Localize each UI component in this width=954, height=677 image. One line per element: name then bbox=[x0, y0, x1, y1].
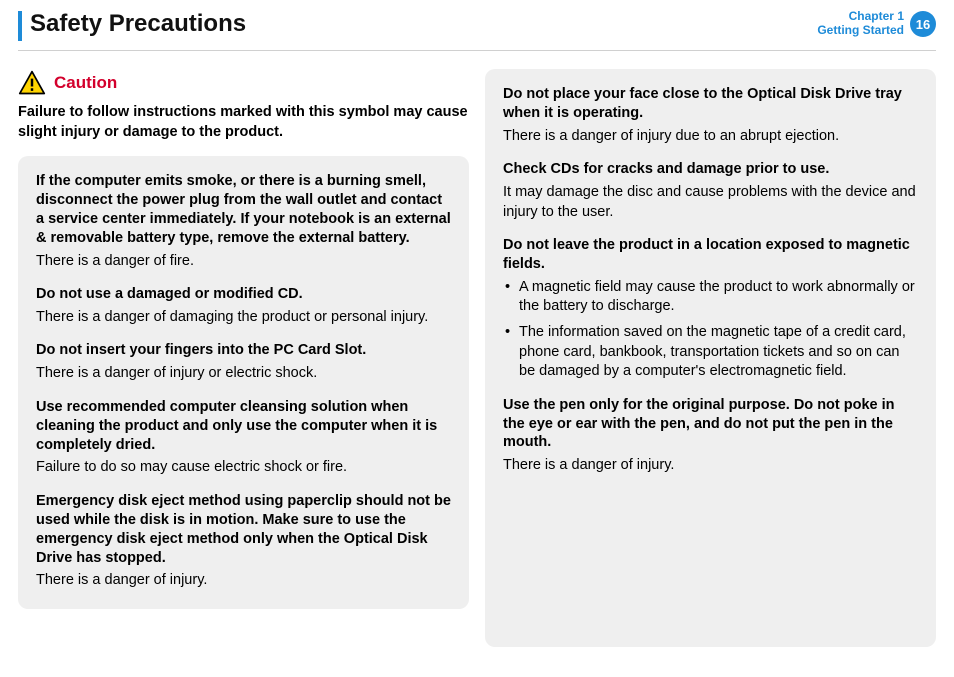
precaution-body: There is a danger of injury or electric … bbox=[36, 364, 451, 384]
precaution-heading: If the computer emits smoke, or there is… bbox=[36, 172, 451, 247]
left-panel: If the computer emits smoke, or there is… bbox=[18, 156, 469, 609]
precaution-body: There is a danger of injury due to an ab… bbox=[503, 127, 918, 147]
precaution-item: Do not place your face close to the Opti… bbox=[503, 85, 918, 146]
caution-heading: Caution bbox=[18, 69, 469, 97]
left-column: Caution Failure to follow instructions m… bbox=[18, 69, 469, 647]
accent-bar bbox=[18, 11, 22, 41]
precaution-body: It may damage the disc and cause problem… bbox=[503, 183, 918, 222]
precaution-heading: Do not insert your fingers into the PC C… bbox=[36, 341, 451, 360]
precaution-heading: Use recommended computer cleansing solut… bbox=[36, 398, 451, 455]
caution-label: Caution bbox=[54, 73, 117, 93]
caution-lead: Failure to follow instructions marked wi… bbox=[18, 103, 469, 142]
chapter-line2: Getting Started bbox=[817, 24, 904, 38]
precaution-item: If the computer emits smoke, or there is… bbox=[36, 172, 451, 271]
precaution-body: There is a danger of injury. bbox=[36, 571, 451, 591]
precaution-item: Use the pen only for the original purpos… bbox=[503, 396, 918, 476]
bullet-item: A magnetic field may cause the product t… bbox=[503, 278, 918, 317]
precaution-bullets: A magnetic field may cause the product t… bbox=[503, 278, 918, 382]
page-header: Safety Precautions Chapter 1 Getting Sta… bbox=[18, 0, 936, 48]
precaution-item: Do not use a damaged or modified CD. The… bbox=[36, 285, 451, 327]
precaution-heading: Do not use a damaged or modified CD. bbox=[36, 285, 451, 304]
right-column: Do not place your face close to the Opti… bbox=[485, 69, 936, 647]
precaution-heading: Do not leave the product in a location e… bbox=[503, 236, 918, 274]
precaution-heading: Use the pen only for the original purpos… bbox=[503, 396, 918, 453]
page: Safety Precautions Chapter 1 Getting Sta… bbox=[0, 0, 954, 677]
precaution-heading: Check CDs for cracks and damage prior to… bbox=[503, 160, 918, 179]
precaution-item: Use recommended computer cleansing solut… bbox=[36, 398, 451, 478]
chapter-block: Chapter 1 Getting Started bbox=[817, 10, 904, 38]
header-divider bbox=[18, 50, 936, 51]
page-title: Safety Precautions bbox=[30, 10, 817, 38]
chapter-line1: Chapter 1 bbox=[817, 10, 904, 24]
precaution-item: Emergency disk eject method using paperc… bbox=[36, 492, 451, 591]
precaution-heading: Do not place your face close to the Opti… bbox=[503, 85, 918, 123]
precaution-item: Do not insert your fingers into the PC C… bbox=[36, 341, 451, 383]
precaution-item: Do not leave the product in a location e… bbox=[503, 236, 918, 382]
precaution-item: Check CDs for cracks and damage prior to… bbox=[503, 160, 918, 222]
content-columns: Caution Failure to follow instructions m… bbox=[18, 69, 936, 647]
precaution-body: There is a danger of fire. bbox=[36, 252, 451, 272]
page-number-badge: 16 bbox=[910, 11, 936, 37]
right-panel: Do not place your face close to the Opti… bbox=[485, 69, 936, 647]
precaution-body: There is a danger of injury. bbox=[503, 456, 918, 476]
precaution-body: There is a danger of damaging the produc… bbox=[36, 308, 451, 328]
precaution-heading: Emergency disk eject method using paperc… bbox=[36, 492, 451, 567]
bullet-item: The information saved on the magnetic ta… bbox=[503, 323, 918, 382]
precaution-body: Failure to do so may cause electric shoc… bbox=[36, 458, 451, 478]
warning-triangle-icon bbox=[18, 69, 46, 97]
